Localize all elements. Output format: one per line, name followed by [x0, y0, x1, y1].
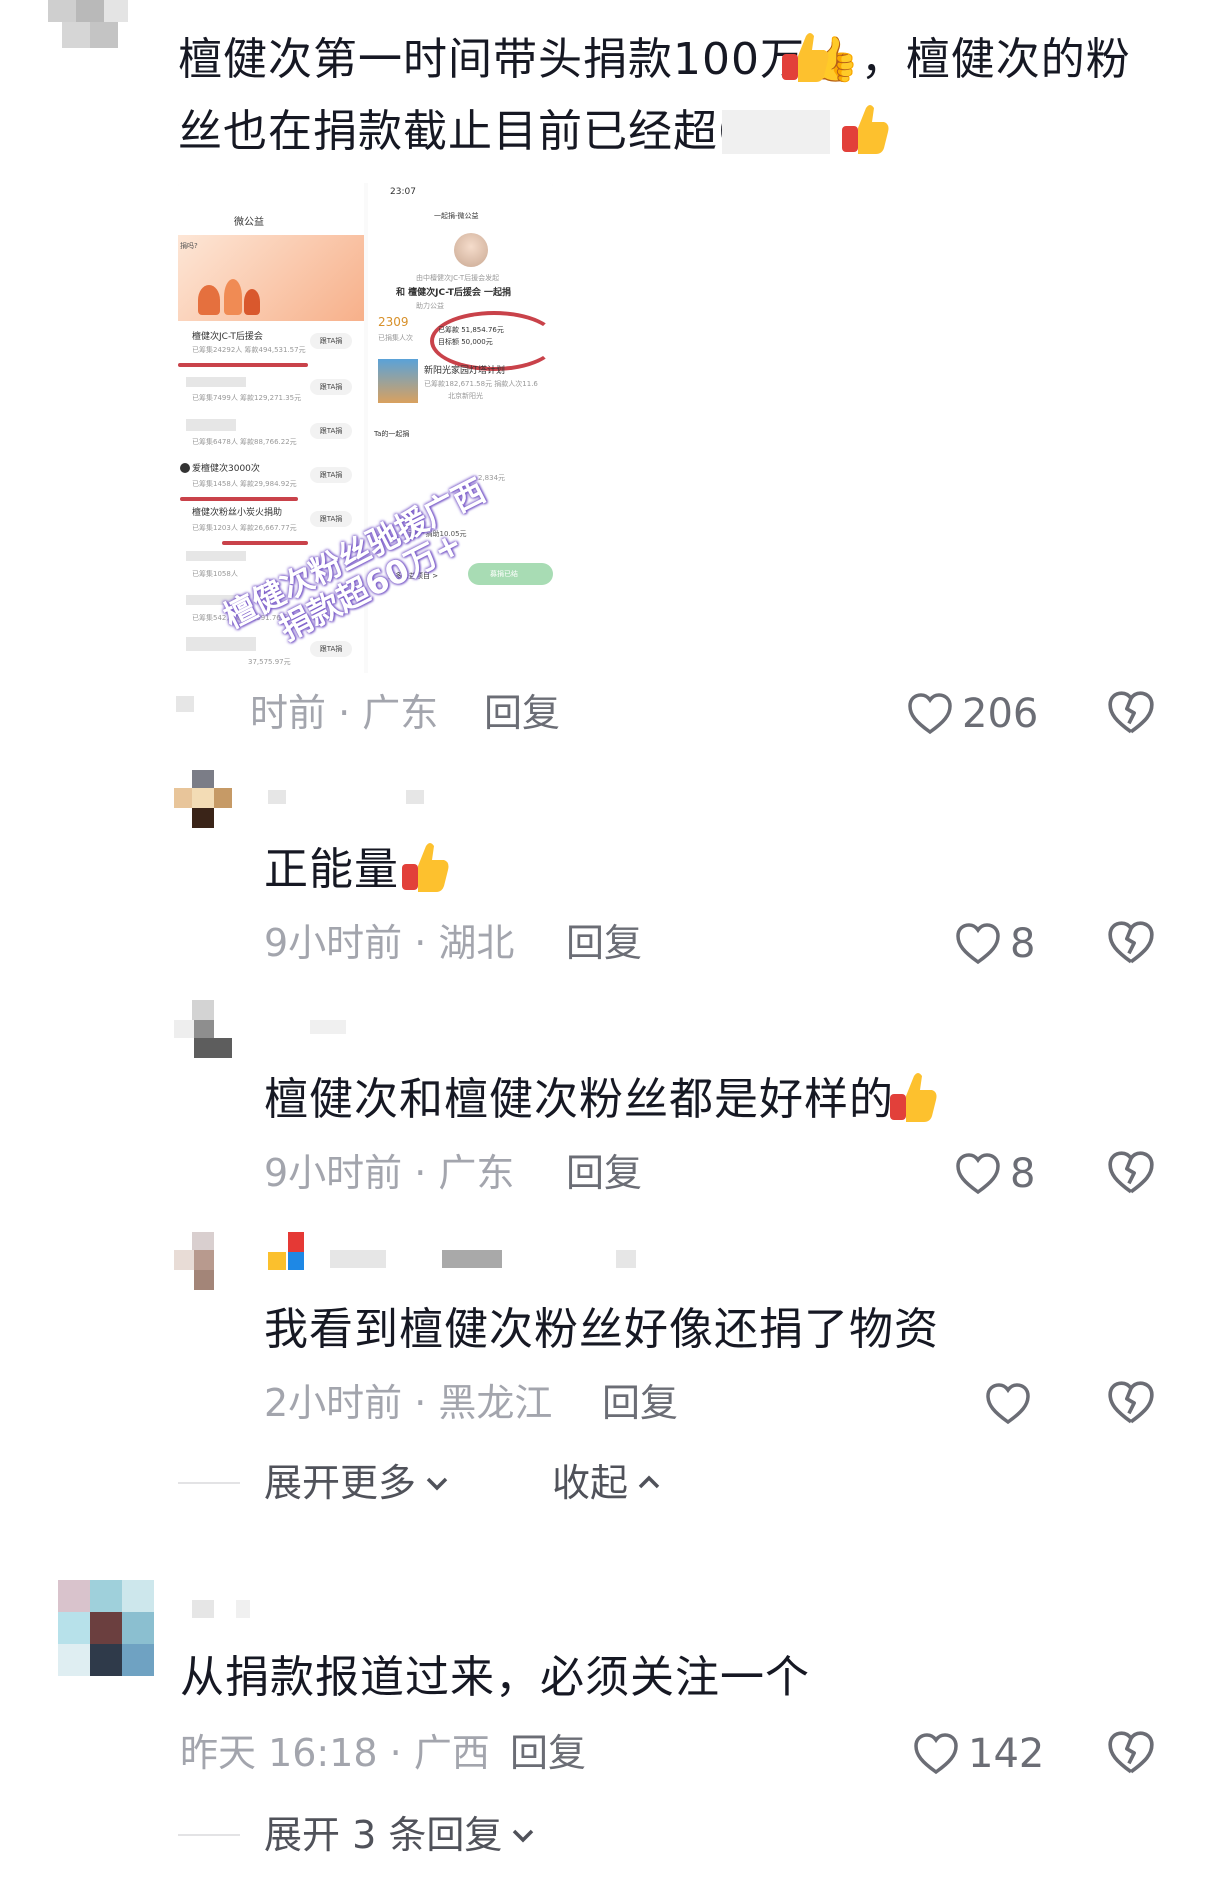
divider [178, 1482, 240, 1484]
broken-heart-icon[interactable] [1106, 1378, 1156, 1428]
right-help: 助力公益 [416, 302, 444, 310]
avatar[interactable] [174, 770, 232, 828]
avatar[interactable] [174, 1000, 232, 1058]
redacted-text [722, 110, 830, 154]
redacted-username [268, 790, 286, 804]
right-target: 目标额 50,000元 [438, 338, 493, 346]
project-thumbnail [378, 359, 418, 403]
project-org: 北京新阳光 [448, 392, 483, 400]
like-count: 142 [968, 1731, 1045, 1777]
highlight-underline [180, 497, 298, 501]
banner: 捐吗? [178, 235, 364, 321]
heart-outline-icon [986, 1383, 1030, 1425]
comment-meta: 2小时前 · 黑龙江 [264, 1381, 553, 1425]
redacted-username [616, 1250, 636, 1268]
right-raised: 已筹款 51,854.76元 [438, 326, 504, 334]
right-count-label: 已捐集人次 [378, 334, 413, 342]
right-heading: 和 檀健次JC-T后援会 一起捐 [396, 288, 511, 298]
broken-heart-icon[interactable] [1106, 688, 1156, 738]
right-title: 一起捐-微公益 [434, 212, 479, 220]
done-button[interactable]: 募捐已结 [468, 563, 553, 585]
redacted-text [176, 696, 194, 712]
redacted-username [236, 1600, 250, 1618]
highlight-underline [178, 363, 308, 367]
collapse-button[interactable]: 收起 [552, 1458, 664, 1508]
thumbs-up-icon [890, 1073, 937, 1122]
list-item[interactable]: 爱檀健次3000次 已筹集1458人 筹款29,984.92元 跟TA捐 [178, 459, 364, 499]
heart-outline-icon [956, 923, 1000, 965]
badge-icon [268, 1232, 308, 1272]
comment-text: 正能量 [264, 844, 399, 895]
right-count: 2309 [378, 315, 409, 329]
project-title: 新阳光家园灯塔计划 [424, 366, 506, 376]
like-count: 8 [1010, 1151, 1036, 1197]
comment-image[interactable]: 微公益 捐吗? 檀健次JC-T后援会 已筹集24292人 筹款494,531.5… [178, 183, 553, 673]
like-button[interactable]: 142 [912, 1724, 1044, 1784]
section-title: Ta的一起捐 [374, 430, 410, 438]
like-button[interactable] [984, 1374, 1040, 1434]
like-button[interactable]: 8 [954, 1144, 1035, 1204]
redacted-username [442, 1250, 502, 1268]
project-sub: 已筹款182,671.58元 捐款人次11.6 [424, 380, 538, 388]
reply-button[interactable]: 回复 [484, 688, 560, 738]
heart-outline-icon [908, 693, 952, 735]
comment-meta: 9小时前 · 湖北 [264, 921, 515, 965]
comment-text: 我看到檀健次粉丝好像还捐了物资 [264, 1304, 939, 1355]
right-host: 由中檀健次JC-T后援会发起 [416, 274, 500, 282]
divider [178, 1834, 240, 1836]
redacted-username [406, 790, 424, 804]
comment-text: 檀健次和檀健次粉丝都是好样的 [264, 1074, 894, 1125]
broken-heart-icon[interactable] [1106, 918, 1156, 968]
list-item[interactable]: 已筹集7499人 筹款129,271.35元 跟TA捐 [178, 371, 364, 411]
thumbs-up-icon [402, 843, 449, 892]
expand-replies-button[interactable]: 展开 3 条回复 [264, 1810, 538, 1860]
avatar[interactable] [58, 1580, 154, 1676]
comment-text: 从捐款报道过来，必须关注一个 [180, 1652, 810, 1703]
status-time: 23:07 [390, 187, 416, 197]
thumbs-up-icon [782, 33, 829, 82]
right-phone-screenshot: 23:07 一起捐-微公益 由中檀健次JC-T后援会发起 和 檀健次JC-T后援… [368, 183, 553, 673]
avatar [454, 233, 488, 267]
like-button[interactable]: 8 [954, 914, 1035, 974]
thumbs-up-icon [842, 105, 889, 154]
broken-heart-icon[interactable] [1106, 1148, 1156, 1198]
avatar[interactable] [48, 0, 128, 50]
chevron-up-icon [638, 1475, 660, 1489]
reply-button[interactable]: 回复 [510, 1728, 586, 1778]
comment-meta: 9小时前 · 广东 [264, 1151, 515, 1195]
chevron-down-icon [513, 1829, 534, 1843]
redacted-username [330, 1250, 386, 1268]
heart-outline-icon [914, 1733, 958, 1775]
reply-button[interactable]: 回复 [602, 1378, 678, 1428]
comment-text: 檀健次第一时间带头捐款100万👍，檀健次的粉丝也在捐款截止目前已经超60 [178, 34, 1131, 157]
like-count: 206 [962, 691, 1039, 737]
comment-meta: 昨天 16:18 · 广西 [180, 1731, 490, 1775]
broken-heart-icon[interactable] [1106, 1728, 1156, 1778]
comment-meta: 时前 · 广东 [250, 691, 439, 735]
redacted-username [310, 1020, 346, 1034]
right-amount: 2,834元 [478, 474, 506, 482]
like-button[interactable]: 206 [906, 684, 1038, 744]
highlight-underline [222, 541, 308, 545]
like-count: 8 [1010, 921, 1036, 967]
left-title: 微公益 [234, 217, 264, 228]
chevron-down-icon [426, 1477, 448, 1491]
list-item[interactable]: 已筹集6478人 筹款88,766.22元 跟TA捐 [178, 415, 364, 455]
expand-more-button[interactable]: 展开更多 [264, 1458, 452, 1508]
list-item[interactable]: 檀健次粉丝小炭火捐助 已筹集1203人 筹款26,667.77元 跟TA捐 [178, 503, 364, 543]
redacted-username [192, 1600, 214, 1618]
reply-button[interactable]: 回复 [566, 918, 642, 968]
reply-button[interactable]: 回复 [566, 1148, 642, 1198]
heart-outline-icon [956, 1153, 1000, 1195]
avatar[interactable] [174, 1232, 232, 1290]
